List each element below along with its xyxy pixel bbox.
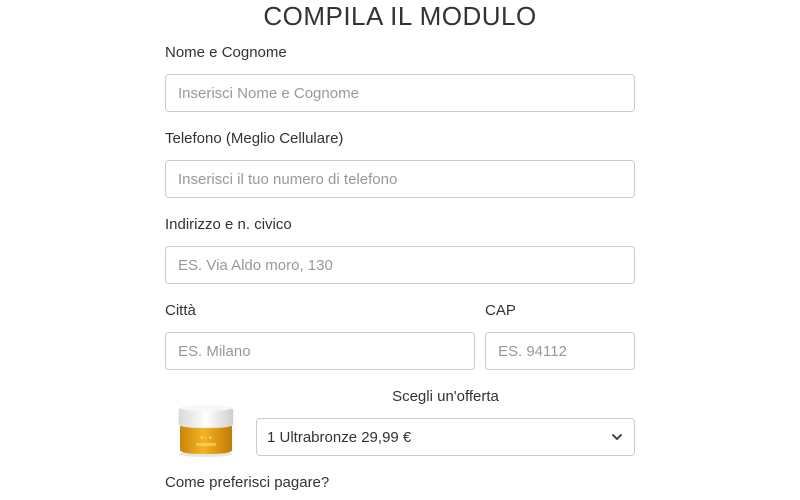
offer-select[interactable]: 1 Ultrabronze 29,99 € xyxy=(256,418,635,456)
svg-text:☀ ◦ ☀: ☀ ◦ ☀ xyxy=(200,435,212,440)
offer-select-value: 1 Ultrabronze 29,99 € xyxy=(267,428,412,446)
address-label: Indirizzo e n. civico xyxy=(165,216,292,233)
city-label: Città xyxy=(165,302,196,319)
name-input[interactable] xyxy=(165,74,635,112)
address-input[interactable] xyxy=(165,246,635,284)
city-input[interactable] xyxy=(165,332,475,370)
form-title: COMPILA IL MODULO xyxy=(263,1,537,31)
order-form-page: COMPILA IL MODULO Nome e Cognome Telefon… xyxy=(0,0,800,500)
chevron-down-icon xyxy=(612,434,622,440)
cap-input[interactable] xyxy=(485,332,635,370)
name-label: Nome e Cognome xyxy=(165,44,287,61)
offer-label: Scegli un'offerta xyxy=(392,388,499,405)
cap-label: CAP xyxy=(485,302,516,319)
cream-jar-product-image: ☀ ◦ ☀ xyxy=(178,405,234,457)
phone-input[interactable] xyxy=(165,160,635,198)
phone-label: Telefono (Meglio Cellulare) xyxy=(165,130,344,147)
payment-label: Come preferisci pagare? xyxy=(165,474,330,491)
